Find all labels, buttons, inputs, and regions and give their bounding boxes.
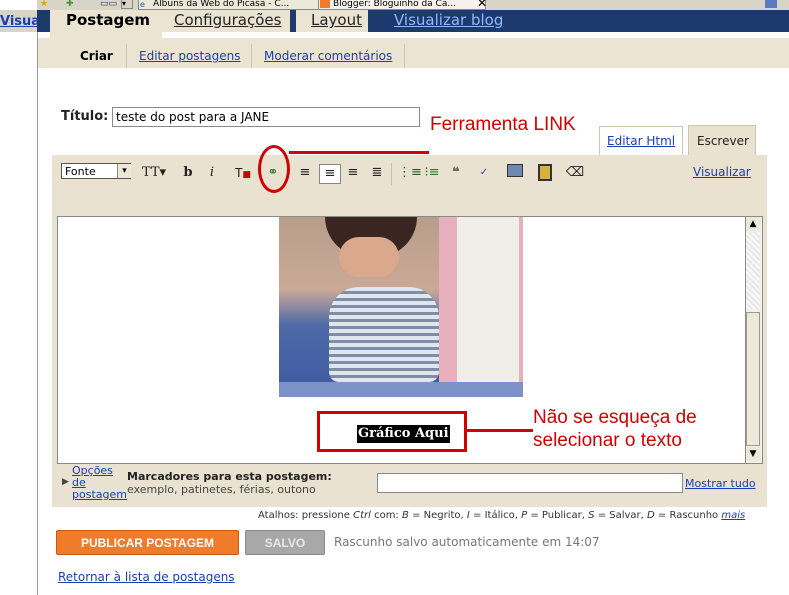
shortcut-i-label: = Itálico, <box>473 510 518 521</box>
font-select-value: Fonte <box>65 165 96 178</box>
left-window-edge: Visuali <box>0 0 49 595</box>
align-left-icon[interactable]: ≡ <box>295 164 315 182</box>
post-options-line3: postagem <box>72 488 127 501</box>
view-blog-link[interactable]: Visualizar blog <box>394 10 503 32</box>
spellcheck-icon[interactable]: ✓ <box>474 164 494 182</box>
annotation-select-text-line1: Não se esqueça de <box>533 407 697 428</box>
bullet-list-icon[interactable]: ⁝≡ <box>422 164 442 182</box>
autosave-status: Rascunho salvo automaticamente em 14:07 <box>334 535 600 549</box>
browser-tab-label: Blogger: Bloguinho da Ca... <box>333 0 456 9</box>
shortcut-s-label: = Salvar, <box>597 510 644 521</box>
shortcuts-more-link[interactable]: mais <box>721 510 745 521</box>
text-color-icon[interactable]: T■ <box>233 164 253 182</box>
scroll-track-upper[interactable] <box>746 232 760 310</box>
tab-postagem[interactable]: Postagem <box>66 10 150 32</box>
shortcut-p-key: P <box>521 510 528 521</box>
align-justify-icon[interactable]: ≣ <box>367 164 387 182</box>
shortcut-ctrl: Ctrl <box>353 510 371 521</box>
preview-link[interactable]: Visualizar <box>693 165 751 179</box>
blockquote-icon[interactable]: ❝ <box>446 164 466 182</box>
browser-tab-picasa[interactable]: Álbuns da Web do Picasa - C... <box>138 0 326 10</box>
image-icon[interactable] <box>505 164 525 182</box>
shortcuts-help: Atalhos: pressione Ctrl com: B = Negrito… <box>258 510 745 521</box>
image-bottom-strip <box>279 382 523 397</box>
subtab-moderar-comentarios[interactable]: Moderar comentários <box>251 44 406 68</box>
font-select-chevron-icon[interactable]: ▾ <box>117 164 131 178</box>
tab-list-icon[interactable]: ▭▭ <box>100 0 117 9</box>
shortcut-i-key: I <box>466 510 470 521</box>
select-text-connector <box>467 429 533 432</box>
shortcut-s-key: S <box>588 510 595 521</box>
window-menu-icon[interactable] <box>765 0 777 8</box>
shortcut-b-label: = Negrito, <box>412 510 464 521</box>
video-icon[interactable] <box>535 164 555 182</box>
selected-text-highlight-box <box>317 411 467 452</box>
annotation-select-text-line2: selecionar o texto <box>533 430 682 451</box>
star-icon[interactable]: ★ <box>40 0 52 9</box>
subtab-criar[interactable]: Criar <box>68 44 125 68</box>
labels-title: Marcadores para esta postagem: <box>127 470 332 483</box>
clear-format-icon[interactable]: ⌫ <box>565 164 585 182</box>
browser-tab-blogger[interactable]: Blogger: Bloguinho da Ca... <box>318 0 486 10</box>
expand-options-icon[interactable]: ▶ <box>62 477 69 487</box>
image-shirt <box>329 287 439 382</box>
toolbar-separator <box>391 163 392 185</box>
italic-icon[interactable]: i <box>202 164 222 182</box>
labels-example: exemplo, patinetes, férias, outono <box>127 483 316 496</box>
publish-button[interactable]: PUBLICAR POSTAGEM <box>56 530 239 555</box>
post-image[interactable] <box>279 217 523 397</box>
back-to-posts-link[interactable]: Retornar à lista de postagens <box>58 570 235 584</box>
browser-favicon-icon: e <box>140 0 145 9</box>
link-annotation-connector <box>289 151 429 154</box>
chevron-down-icon[interactable]: ▾ <box>121 0 133 9</box>
title-label: Título: <box>61 109 109 124</box>
show-all-link[interactable]: Mostrar tudo <box>685 477 756 490</box>
labels-input[interactable] <box>377 473 683 493</box>
shortcut-p-label: = Publicar, <box>530 510 585 521</box>
annotation-select-text: Não se esqueça de selecionar o texto <box>533 406 697 452</box>
browser-tab-label: Álbuns da Web do Picasa - C... <box>153 0 290 9</box>
saved-button[interactable]: SALVO <box>245 530 325 555</box>
link-highlight-circle <box>258 145 290 193</box>
numbered-list-icon[interactable]: ⋮≡ <box>398 164 422 182</box>
blogger-favicon-icon <box>320 0 330 8</box>
shortcut-b-key: B <box>402 510 409 521</box>
close-tab-icon[interactable]: ✕ <box>477 0 489 10</box>
tab-configuracoes[interactable]: Configurações <box>174 10 281 32</box>
tab-edit-html[interactable]: Editar Html <box>607 134 675 148</box>
shortcut-d-key: D <box>647 510 655 521</box>
subtab-editar-postagens[interactable]: Editar postagens <box>126 44 252 68</box>
annotation-link-tool: Ferramenta LINK <box>430 114 576 135</box>
font-size-icon[interactable]: TT▾ <box>141 164 167 182</box>
bold-icon[interactable]: b <box>178 164 198 182</box>
add-bookmark-icon[interactable]: ✚ <box>66 0 78 9</box>
shortcuts-com: com: <box>374 510 399 521</box>
shortcut-d-label: = Rascunho <box>657 510 719 521</box>
title-input[interactable] <box>112 107 420 127</box>
scroll-down-icon[interactable]: ▼ <box>746 447 760 461</box>
scroll-up-icon[interactable]: ▲ <box>746 217 760 231</box>
tab-write[interactable]: Escrever <box>697 134 749 148</box>
post-options-link[interactable]: Opções de postagem <box>72 465 127 501</box>
image-face <box>339 237 399 277</box>
align-right-icon[interactable]: ≡ <box>343 164 363 182</box>
shortcuts-prefix: Atalhos: pressione <box>258 510 350 521</box>
tab-layout[interactable]: Layout <box>311 10 362 32</box>
scroll-thumb[interactable] <box>746 312 760 446</box>
align-center-icon[interactable]: ≡ <box>319 164 341 184</box>
image-paper <box>457 217 519 387</box>
